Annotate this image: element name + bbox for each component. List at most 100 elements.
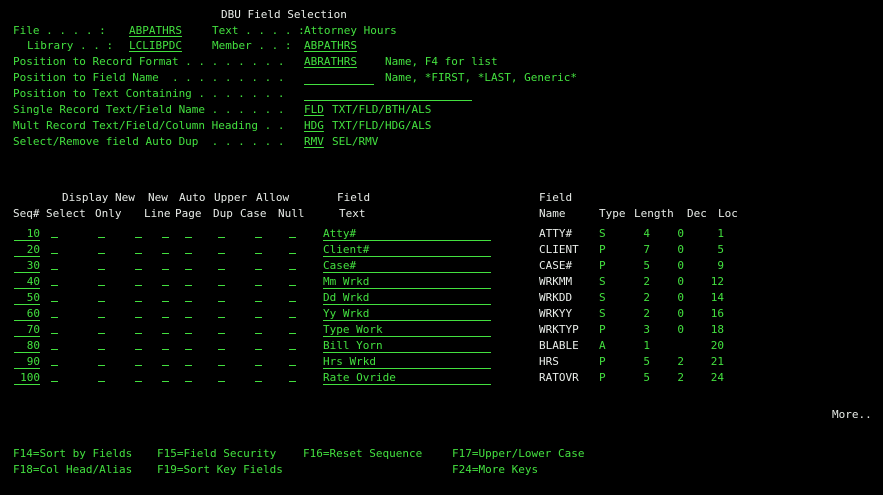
field-text-input[interactable]: Hrs Wrkd xyxy=(323,355,491,369)
allow-null-input[interactable] xyxy=(255,227,262,238)
display-only-input[interactable] xyxy=(98,259,105,270)
seq-input[interactable]: 10 xyxy=(14,227,40,241)
select-input[interactable] xyxy=(51,371,58,382)
allow-null-input[interactable] xyxy=(289,355,296,366)
select-input[interactable] xyxy=(51,275,58,286)
seq-input[interactable]: 30 xyxy=(14,259,40,273)
seq-input[interactable]: 40 xyxy=(14,275,40,289)
new-page-input[interactable] xyxy=(162,291,169,302)
single-input[interactable]: FLD xyxy=(304,103,324,117)
select-input[interactable] xyxy=(51,291,58,302)
allow-null-input[interactable] xyxy=(289,227,296,238)
new-line-input[interactable] xyxy=(135,243,142,254)
upper-case-input[interactable] xyxy=(218,259,225,270)
auto-dup-input[interactable] xyxy=(185,355,192,366)
allow-null-input[interactable] xyxy=(255,355,262,366)
f24-key[interactable]: F24=More Keys xyxy=(452,463,538,477)
select-input[interactable] xyxy=(51,339,58,350)
seq-input[interactable]: 90 xyxy=(14,355,40,369)
display-only-input[interactable] xyxy=(98,355,105,366)
f18-key[interactable]: F18=Col Head/Alias xyxy=(13,463,132,477)
allow-null-input[interactable] xyxy=(289,243,296,254)
upper-case-input[interactable] xyxy=(218,307,225,318)
new-page-input[interactable] xyxy=(162,307,169,318)
upper-case-input[interactable] xyxy=(218,227,225,238)
new-page-input[interactable] xyxy=(162,259,169,270)
allow-null-input[interactable] xyxy=(255,371,262,382)
field-text-input[interactable]: Yy Wrkd xyxy=(323,307,491,321)
field-text-input[interactable]: Rate Ovride xyxy=(323,371,491,385)
field-text-input[interactable]: Type Work xyxy=(323,323,491,337)
field-text-input[interactable]: Atty# xyxy=(323,227,491,241)
upper-case-input[interactable] xyxy=(218,275,225,286)
pos-field-input[interactable] xyxy=(304,71,374,85)
allow-null-input[interactable] xyxy=(255,243,262,254)
new-line-input[interactable] xyxy=(135,291,142,302)
allow-null-input[interactable] xyxy=(289,371,296,382)
new-page-input[interactable] xyxy=(162,323,169,334)
f17-key[interactable]: F17=Upper/Lower Case xyxy=(452,447,584,461)
seq-input[interactable]: 50 xyxy=(14,291,40,305)
field-text-input[interactable]: Bill Yorn xyxy=(323,339,491,353)
allow-null-input[interactable] xyxy=(289,307,296,318)
seq-input[interactable]: 60 xyxy=(14,307,40,321)
auto-dup-input[interactable] xyxy=(185,371,192,382)
allow-null-input[interactable] xyxy=(255,275,262,286)
new-line-input[interactable] xyxy=(135,339,142,350)
select-input[interactable] xyxy=(51,259,58,270)
select-input[interactable] xyxy=(51,243,58,254)
allow-null-input[interactable] xyxy=(289,339,296,350)
f19-key[interactable]: F19=Sort Key Fields xyxy=(157,463,283,477)
display-only-input[interactable] xyxy=(98,291,105,302)
new-page-input[interactable] xyxy=(162,243,169,254)
display-only-input[interactable] xyxy=(98,371,105,382)
new-line-input[interactable] xyxy=(135,259,142,270)
allow-null-input[interactable] xyxy=(255,291,262,302)
auto-dup-input[interactable] xyxy=(185,227,192,238)
upper-case-input[interactable] xyxy=(218,243,225,254)
auto-dup-input[interactable] xyxy=(185,307,192,318)
select-input[interactable] xyxy=(51,355,58,366)
display-only-input[interactable] xyxy=(98,307,105,318)
upper-case-input[interactable] xyxy=(218,355,225,366)
f14-key[interactable]: F14=Sort by Fields xyxy=(13,447,132,461)
field-text-input[interactable]: Case# xyxy=(323,259,491,273)
select-input[interactable] xyxy=(51,227,58,238)
allow-null-input[interactable] xyxy=(255,307,262,318)
new-line-input[interactable] xyxy=(135,323,142,334)
pos-text-input[interactable] xyxy=(304,87,472,101)
upper-case-input[interactable] xyxy=(218,323,225,334)
seq-input[interactable]: 80 xyxy=(14,339,40,353)
allow-null-input[interactable] xyxy=(289,323,296,334)
seq-input[interactable]: 20 xyxy=(14,243,40,257)
new-page-input[interactable] xyxy=(162,339,169,350)
new-page-input[interactable] xyxy=(162,355,169,366)
mult-input[interactable]: HDG xyxy=(304,119,324,133)
select-input[interactable]: RMV xyxy=(304,135,324,149)
allow-null-input[interactable] xyxy=(289,291,296,302)
display-only-input[interactable] xyxy=(98,323,105,334)
select-input[interactable] xyxy=(51,323,58,334)
display-only-input[interactable] xyxy=(98,227,105,238)
upper-case-input[interactable] xyxy=(218,371,225,382)
new-line-input[interactable] xyxy=(135,227,142,238)
field-text-input[interactable]: Mm Wrkd xyxy=(323,275,491,289)
allow-null-input[interactable] xyxy=(289,275,296,286)
new-page-input[interactable] xyxy=(162,275,169,286)
auto-dup-input[interactable] xyxy=(185,323,192,334)
seq-input[interactable]: 100 xyxy=(14,371,40,385)
new-page-input[interactable] xyxy=(162,227,169,238)
display-only-input[interactable] xyxy=(98,243,105,254)
auto-dup-input[interactable] xyxy=(185,243,192,254)
new-page-input[interactable] xyxy=(162,371,169,382)
select-input[interactable] xyxy=(51,307,58,318)
new-line-input[interactable] xyxy=(135,371,142,382)
allow-null-input[interactable] xyxy=(255,339,262,350)
seq-input[interactable]: 70 xyxy=(14,323,40,337)
new-line-input[interactable] xyxy=(135,355,142,366)
allow-null-input[interactable] xyxy=(255,323,262,334)
f15-key[interactable]: F15=Field Security xyxy=(157,447,276,461)
allow-null-input[interactable] xyxy=(255,259,262,270)
allow-null-input[interactable] xyxy=(289,259,296,270)
field-text-input[interactable]: Client# xyxy=(323,243,491,257)
